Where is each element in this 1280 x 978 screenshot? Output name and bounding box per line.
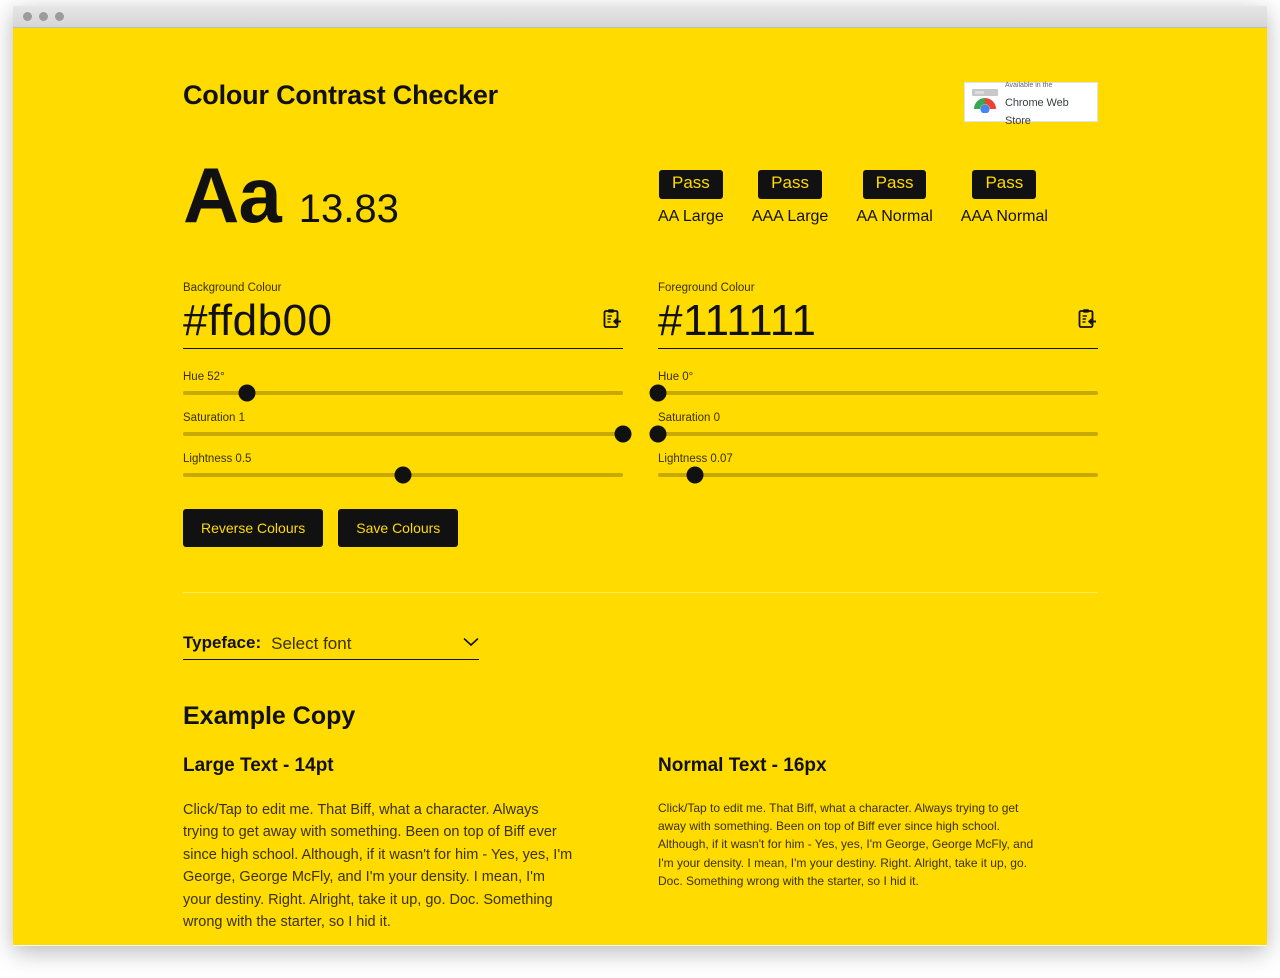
chrome-badge-line1: Available in the — [1005, 82, 1053, 90]
chrome-logo-icon — [972, 87, 998, 118]
slider-label: Lightness 0.5 — [183, 453, 252, 465]
browser-titlebar — [13, 6, 1267, 28]
compliance-label: AA Large — [658, 207, 724, 225]
background-hue-slider[interactable]: Hue 52° — [183, 371, 623, 402]
background-colour-label: Background Colour — [183, 282, 282, 294]
background-lightness-slider[interactable]: Lightness 0.5 — [183, 453, 623, 484]
slider-track[interactable] — [649, 425, 1098, 443]
section-divider — [183, 592, 1098, 593]
sample-glyphs: Aa — [183, 151, 282, 239]
slider-track[interactable] — [658, 466, 1098, 484]
page-title: Colour Contrast Checker — [183, 80, 498, 110]
foreground-colour-panel: Foreground Colour #111111 Hue 0° Saturat… — [649, 272, 1098, 547]
large-text-body[interactable]: Click/Tap to edit me. That Biff, what a … — [183, 799, 575, 934]
background-colour-field[interactable] — [183, 296, 623, 349]
window-close-button[interactable] — [23, 12, 32, 21]
app-header: Colour Contrast Checker Available in the… — [183, 28, 1098, 127]
example-copy-heading: Example Copy — [183, 702, 356, 730]
background-sliders: Hue 52° Saturation 1 Lightness 0.5 — [183, 371, 632, 484]
app-canvas: Colour Contrast Checker Available in the… — [13, 28, 1267, 945]
window-minimize-button[interactable] — [39, 12, 48, 21]
normal-text-body[interactable]: Click/Tap to edit me. That Biff, what a … — [658, 799, 1048, 890]
compliance-aaa-normal: Pass AAA Normal — [961, 170, 1048, 226]
compliance-label: AA Normal — [856, 207, 933, 225]
app-content: Colour Contrast Checker Available in the… — [183, 28, 1098, 945]
chrome-badge-text: Available in the Chrome Web Store — [1005, 74, 1090, 129]
slider-label: Hue 0° — [658, 371, 694, 383]
foreground-hue-slider[interactable]: Hue 0° — [649, 371, 1098, 402]
contrast-sample: Aa 13.83 — [183, 156, 623, 238]
typeface-selector[interactable]: Typeface: Select font — [183, 633, 479, 660]
action-buttons: Reverse Colours Save Colours — [183, 509, 623, 547]
typeface-label: Typeface: — [183, 633, 262, 652]
status-badge: Pass — [758, 170, 822, 199]
colour-controls-row: Background Colour #ffdb00 Hue 52° Satura… — [183, 272, 1098, 547]
compliance-column: Pass AA Large Pass AAA Large Pass AA Nor… — [658, 156, 1098, 238]
compliance-label: AAA Normal — [960, 207, 1048, 225]
slider-track[interactable] — [183, 466, 623, 484]
status-badge: Pass — [972, 170, 1037, 199]
compliance-aa-large: Pass AA Large — [658, 170, 724, 226]
example-normal-column: Normal Text - 16px Click/Tap to edit me.… — [658, 755, 1098, 934]
slider-label: Saturation 0 — [658, 412, 721, 424]
compliance-aa-normal: Pass AA Normal — [856, 170, 933, 226]
background-saturation-slider[interactable]: Saturation 1 — [183, 412, 632, 443]
sample-column: Aa 13.83 — [183, 156, 623, 238]
foreground-colour-label: Foreground Colour — [658, 282, 755, 294]
example-copy-row: Large Text - 14pt Click/Tap to edit me. … — [183, 755, 1098, 934]
compliance-label: AAA Large — [751, 207, 829, 225]
compliance-results: Pass AA Large Pass AAA Large Pass AA Nor… — [658, 156, 1098, 238]
browser-window: Colour Contrast Checker Available in the… — [13, 6, 1267, 946]
foreground-colour-input[interactable] — [658, 296, 1018, 346]
status-badge: Pass — [659, 170, 723, 199]
save-colours-button[interactable]: Save Colours — [338, 509, 459, 547]
foreground-saturation-slider[interactable]: Saturation 0 — [649, 412, 1098, 443]
slider-label: Hue 52° — [183, 371, 225, 383]
clipboard-paste-icon[interactable] — [1077, 308, 1098, 335]
status-badge: Pass — [862, 170, 927, 199]
window-maximize-button[interactable] — [55, 12, 64, 21]
example-large-column: Large Text - 14pt Click/Tap to edit me. … — [183, 755, 623, 934]
typeface-select[interactable]: Select font — [271, 633, 459, 653]
slider-thumb[interactable] — [649, 384, 667, 402]
slider-track[interactable] — [649, 384, 1098, 402]
foreground-lightness-slider[interactable]: Lightness 0.07 — [658, 453, 1098, 484]
slider-track[interactable] — [183, 425, 632, 443]
slider-label: Lightness 0.07 — [658, 453, 733, 465]
contrast-ratio-value: 13.83 — [298, 187, 399, 231]
slider-thumb[interactable] — [394, 466, 412, 484]
slider-track[interactable] — [183, 384, 623, 402]
slider-thumb[interactable] — [686, 466, 704, 484]
foreground-colour-field[interactable] — [658, 296, 1098, 349]
summary-row: Aa 13.83 Pass AA Large Pass AAA Large Pa… — [183, 156, 1098, 238]
chrome-badge-line2: Chrome Web Store — [1005, 96, 1069, 128]
slider-thumb[interactable] — [649, 425, 667, 443]
chevron-down-icon[interactable] — [463, 634, 479, 652]
clipboard-paste-icon[interactable] — [602, 308, 623, 335]
foreground-sliders: Hue 0° Saturation 0 Lightness 0.07 — [649, 371, 1098, 484]
large-text-subheading: Large Text - 14pt — [183, 755, 334, 776]
normal-text-subheading: Normal Text - 16px — [658, 755, 827, 776]
compliance-aaa-large: Pass AAA Large — [751, 170, 829, 226]
slider-label: Saturation 1 — [183, 412, 246, 424]
slider-thumb[interactable] — [238, 384, 256, 402]
background-colour-input[interactable] — [183, 296, 543, 346]
chrome-web-store-badge[interactable]: Available in the Chrome Web Store — [964, 82, 1098, 127]
reverse-colours-button[interactable]: Reverse Colours — [183, 509, 324, 547]
slider-thumb[interactable] — [614, 425, 632, 443]
background-colour-panel: Background Colour #ffdb00 Hue 52° Satura… — [183, 272, 632, 547]
